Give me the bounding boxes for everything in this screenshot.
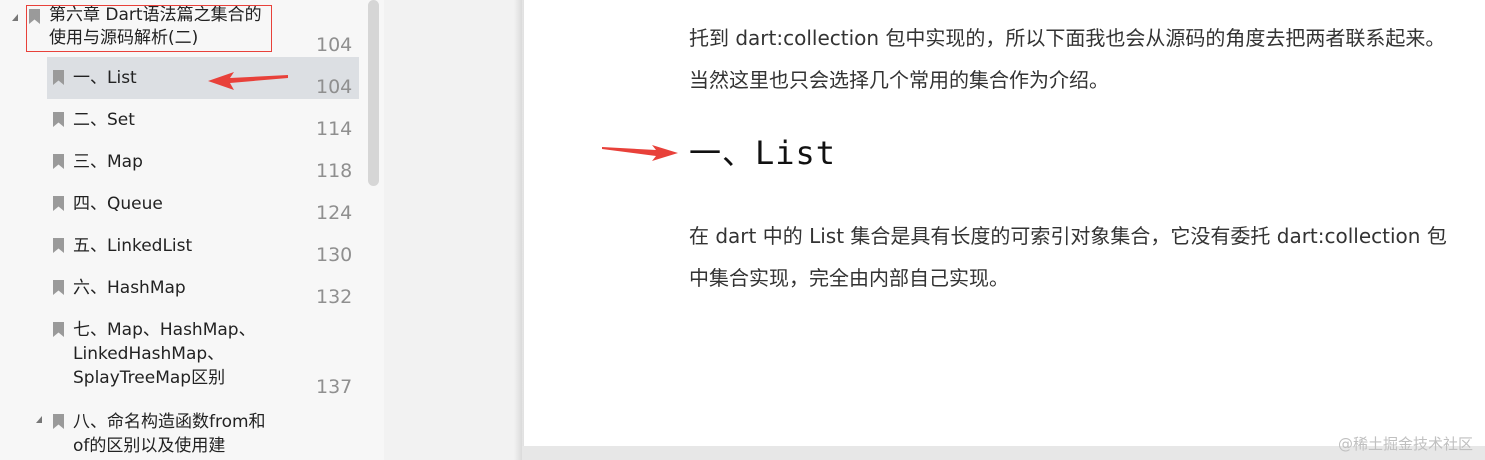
section-heading: 一、List [689, 134, 837, 172]
outline-item-list[interactable]: 一、List 104 [47, 57, 359, 99]
annotation-highlight-box [26, 5, 272, 52]
page-shadow [514, 0, 524, 460]
bookmark-icon [53, 280, 64, 295]
sidebar-scrollbar-thumb[interactable] [368, 0, 379, 186]
outline-item-set[interactable]: 二、Set 114 [47, 99, 359, 141]
collapse-triangle-icon[interactable] [12, 14, 18, 21]
bookmark-icon [53, 112, 64, 127]
bookmark-icon [53, 238, 64, 253]
outline-chapter-6[interactable]: 第六章 Dart语法篇之集合的使用与源码解析(二) 104 [0, 0, 370, 56]
bookmark-icon [53, 154, 64, 169]
collapse-triangle-icon[interactable] [36, 416, 42, 423]
outline-item-label: 三、Map [73, 152, 143, 172]
bookmark-icon [53, 322, 64, 337]
bookmark-icon [53, 414, 64, 429]
red-arrow-annotation [208, 72, 288, 90]
outline-item-linkedlist[interactable]: 五、LinkedList 130 [47, 225, 359, 267]
bookmark-icon [53, 70, 64, 85]
outline-item-page: 104 [316, 76, 353, 98]
outline-item-page: 132 [316, 286, 353, 308]
outline-item-label: 六、HashMap [73, 278, 186, 298]
outline-item-hashmap[interactable]: 六、HashMap 132 [47, 267, 359, 309]
outline-item-page: 118 [316, 160, 353, 182]
document-page: 托到 dart:collection 包中实现的，所以下面我也会从源码的角度去把… [524, 0, 1485, 446]
outline-item-map[interactable]: 三、Map 118 [47, 141, 359, 183]
outline-item-map-comparison[interactable]: 七、Map、HashMap、LinkedHashMap、SplayTreeMap… [47, 309, 359, 401]
intro-paragraph: 托到 dart:collection 包中实现的，所以下面我也会从源码的角度去把… [689, 26, 1446, 92]
outline-item-page: 124 [316, 202, 353, 224]
outline-item-label: 二、Set [73, 110, 135, 130]
outline-item-page: 137 [316, 376, 353, 398]
watermark: @稀土掘金技术社区 [1337, 435, 1473, 453]
outline-item-label: 八、命名构造函数from和of的区别以及使用建 [73, 412, 266, 456]
outline-item-queue[interactable]: 四、Queue 124 [47, 183, 359, 225]
outline-item-label: 四、Queue [73, 194, 163, 214]
outline-sidebar: 第六章 Dart语法篇之集合的使用与源码解析(二) 104 一、List 104… [0, 0, 384, 460]
outline-item-page: 130 [316, 244, 353, 266]
outline-item-label: 五、LinkedList [73, 236, 193, 256]
outline-item-label: 七、Map、HashMap、LinkedHashMap、SplayTreeMap… [73, 320, 256, 388]
body-paragraph: 在 dart 中的 List 集合是具有长度的可索引对象集合，它没有委托 dar… [689, 224, 1447, 290]
outline-item-named-constructors[interactable]: 八、命名构造函数from和of的区别以及使用建 [36, 401, 359, 460]
page-gutter [384, 0, 522, 460]
outline-item-page: 114 [316, 118, 353, 140]
bookmark-icon [53, 196, 64, 211]
red-arrow-annotation [602, 145, 678, 161]
chapter-page-number: 104 [316, 34, 353, 56]
